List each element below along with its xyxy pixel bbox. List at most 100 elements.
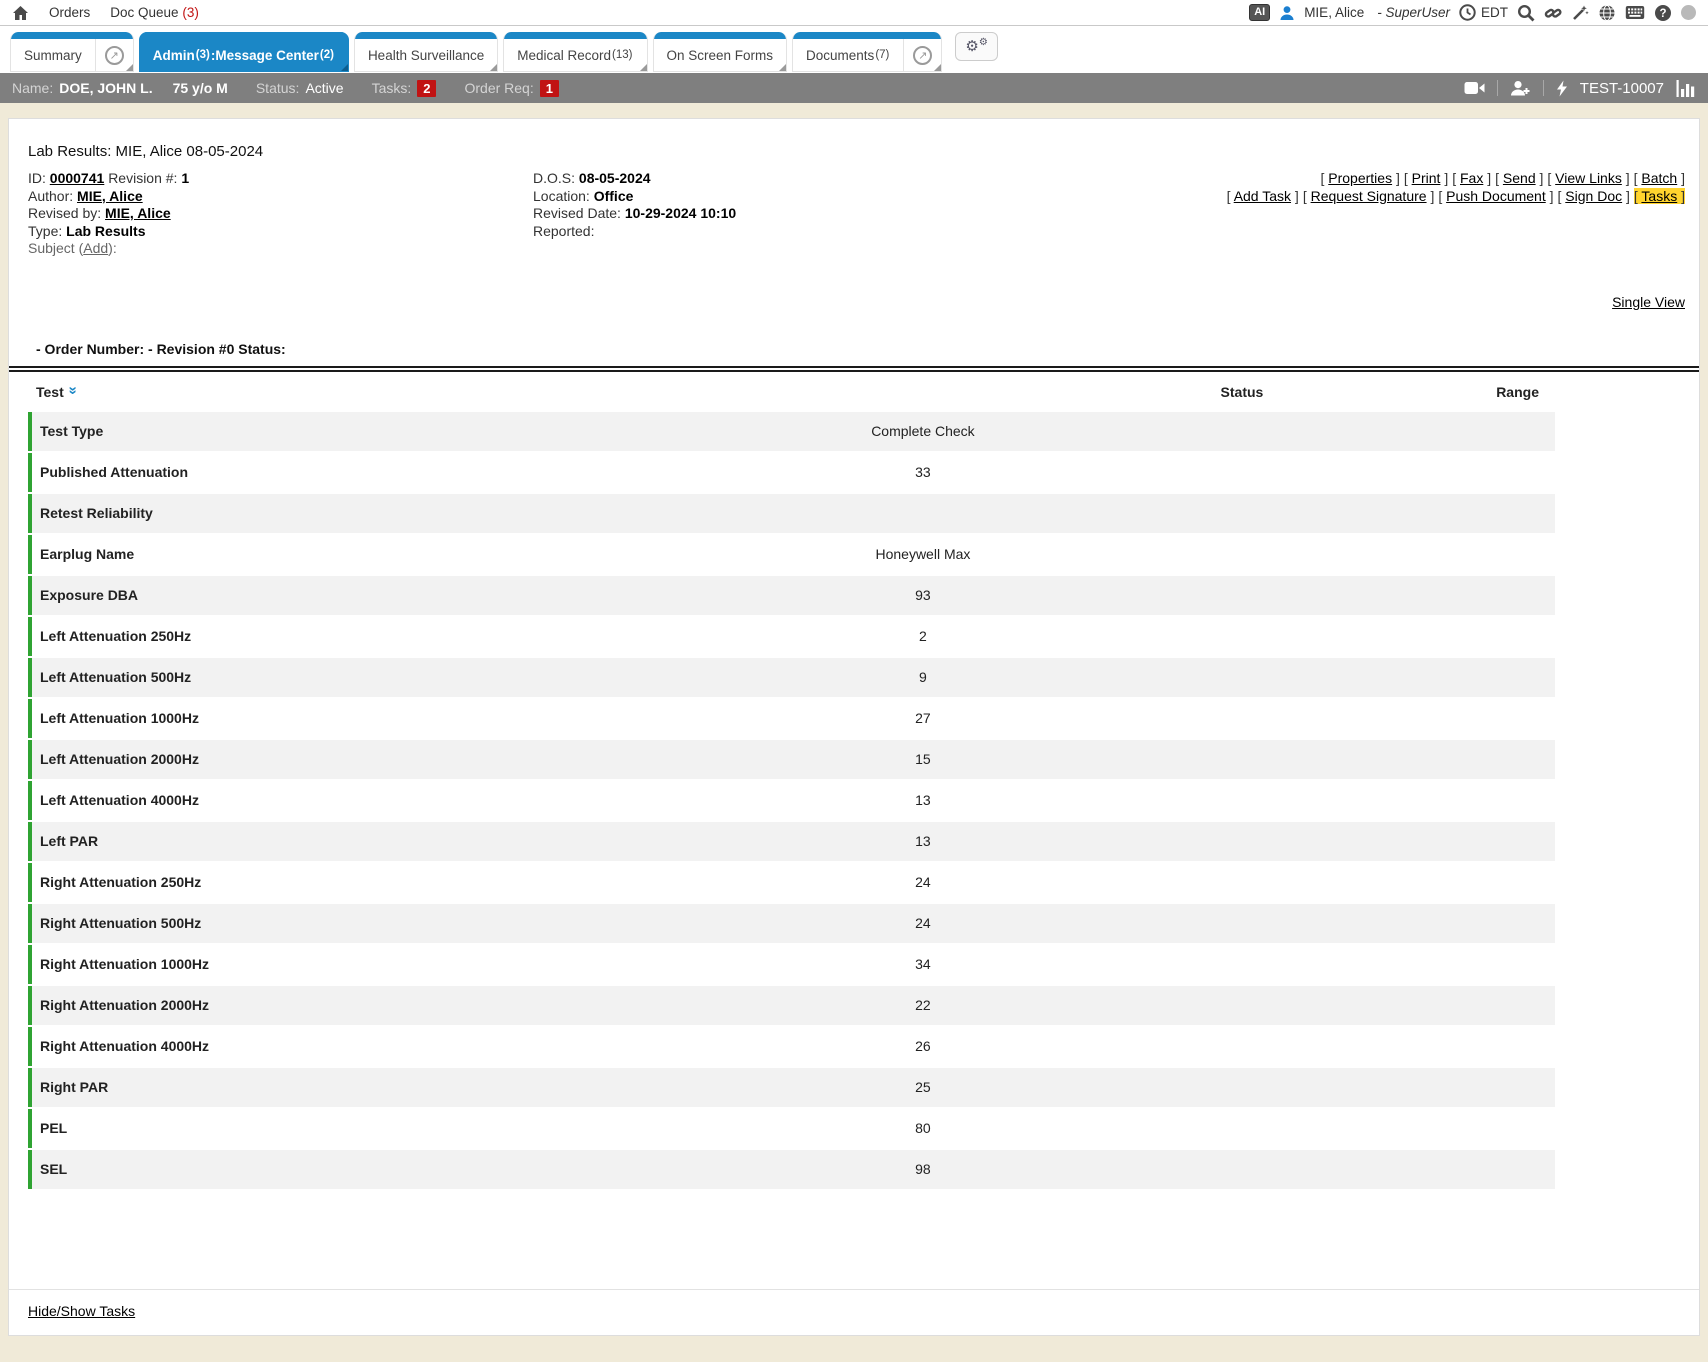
test-value: 93 — [664, 587, 1182, 603]
table-row: Left Attenuation 2000Hz 15 — [28, 740, 1555, 779]
test-value: 13 — [664, 833, 1182, 849]
send-link[interactable]: Send — [1503, 170, 1536, 186]
test-name: Right Attenuation 500Hz — [32, 915, 664, 931]
search-icon[interactable] — [1517, 4, 1535, 22]
sign-doc-link[interactable]: Sign Doc — [1565, 188, 1622, 204]
table-row: Right Attenuation 500Hz 24 — [28, 904, 1555, 943]
bar-chart-icon[interactable] — [1676, 80, 1696, 97]
patient-name: DOE, JOHN L. — [59, 80, 152, 96]
tab-summary[interactable]: Summary↗ — [10, 32, 134, 72]
view-links-link[interactable]: View Links — [1555, 170, 1622, 186]
wand-icon[interactable] — [1571, 4, 1589, 22]
document-actions-row2: [ Add Task ][ Request Signature ][ Push … — [1093, 188, 1685, 206]
ai-badge[interactable]: AI — [1249, 4, 1270, 21]
test-value: 13 — [664, 792, 1182, 808]
table-row: Earplug Name Honeywell Max — [28, 535, 1555, 574]
lightning-icon[interactable] — [1556, 80, 1568, 97]
request-signature-link[interactable]: Request Signature — [1311, 188, 1427, 204]
home-icon[interactable] — [12, 5, 29, 21]
add-person-icon[interactable] — [1510, 80, 1531, 96]
test-value: 25 — [664, 1079, 1182, 1095]
help-icon[interactable]: ? — [1654, 4, 1672, 22]
patient-info-bar: Name: DOE, JOHN L. 75 y/o M Status: Acti… — [0, 73, 1708, 103]
popout-arrow-icon[interactable]: ↗ — [95, 32, 133, 71]
subject-label: Subject ( — [28, 240, 83, 256]
reported-label: Reported: — [533, 223, 594, 239]
test-name: SEL — [32, 1161, 664, 1177]
table-row: Right PAR 25 — [28, 1068, 1555, 1107]
globe-icon[interactable] — [1598, 4, 1616, 22]
test-value: 2 — [664, 628, 1182, 644]
user-name: MIE, Alice — [1304, 5, 1364, 20]
link-icon[interactable] — [1544, 4, 1562, 22]
test-name: Earplug Name — [32, 546, 664, 562]
table-row: Right Attenuation 4000Hz 26 — [28, 1027, 1555, 1066]
test-value: 15 — [664, 751, 1182, 767]
properties-link[interactable]: Properties — [1328, 170, 1392, 186]
print-link[interactable]: Print — [1412, 170, 1441, 186]
document-title: Lab Results: MIE, Alice 08-05-2024 — [9, 119, 1699, 160]
video-camera-icon[interactable] — [1464, 81, 1485, 95]
order-summary-line: - Order Number: - Revision #0 Status: — [9, 341, 1699, 357]
test-value: 9 — [664, 669, 1182, 685]
tab-settings-gears-icon[interactable]: ⚙⚙ — [955, 32, 997, 61]
tab-medical-record-13[interactable]: Medical Record (13) — [503, 32, 647, 72]
push-document-link[interactable]: Push Document — [1446, 188, 1546, 204]
location-value: Office — [594, 188, 634, 204]
tab-health-surveillance[interactable]: Health Surveillance — [354, 32, 498, 72]
nav-doc-queue[interactable]: Doc Queue (3) — [110, 5, 199, 20]
divider — [1543, 80, 1544, 96]
svg-text:?: ? — [1659, 8, 1666, 20]
add-task-link[interactable]: Add Task — [1234, 188, 1291, 204]
doc-id-link[interactable]: 0000741 — [50, 170, 105, 186]
tasks-link[interactable]: Tasks — [1641, 188, 1677, 204]
table-row: Left PAR 13 — [28, 822, 1555, 861]
hide-show-tasks-link[interactable]: Hide/Show Tasks — [28, 1303, 135, 1319]
author-label: Author: — [28, 188, 73, 204]
clock-icon[interactable] — [1459, 4, 1476, 21]
dos-value: 08-05-2024 — [579, 170, 651, 186]
type-value: Lab Results — [66, 223, 145, 239]
tasks-count-badge[interactable]: 2 — [417, 80, 436, 97]
column-range: Range — [1303, 384, 1555, 400]
test-name: Left Attenuation 2000Hz — [32, 751, 664, 767]
order-req-count-badge[interactable]: 1 — [540, 80, 559, 97]
test-value: 24 — [664, 874, 1182, 890]
tab-on-screen-forms[interactable]: On Screen Forms — [653, 32, 788, 72]
revised-by-link[interactable]: MIE, Alice — [105, 205, 171, 221]
user-icon[interactable] — [1279, 5, 1295, 21]
sort-chevrons-icon[interactable]: « — [63, 388, 80, 394]
batch-link[interactable]: Batch — [1641, 170, 1677, 186]
timezone-label: EDT — [1481, 5, 1508, 20]
doc-queue-count: (3) — [182, 5, 199, 20]
test-name: Right Attenuation 2000Hz — [32, 997, 664, 1013]
document-card: Lab Results: MIE, Alice 08-05-2024 ID: 0… — [8, 118, 1700, 1336]
table-row: SEL 98 — [28, 1150, 1555, 1189]
tasks-label: Tasks: — [372, 80, 412, 96]
single-view-link[interactable]: Single View — [1612, 294, 1685, 310]
tab-admin-3-message-center-2[interactable]: Admin (3):Message Center (2) — [139, 32, 349, 72]
popout-arrow-icon[interactable]: ↗ — [903, 32, 941, 71]
test-name: Right Attenuation 1000Hz — [32, 956, 664, 972]
fax-link[interactable]: Fax — [1460, 170, 1483, 186]
keyboard-icon[interactable] — [1625, 5, 1645, 20]
table-row: Retest Reliability — [28, 494, 1555, 533]
nav-orders[interactable]: Orders — [49, 5, 90, 20]
table-row: Left Attenuation 1000Hz 27 — [28, 699, 1555, 738]
divider — [1497, 80, 1498, 96]
test-value: 98 — [664, 1161, 1182, 1177]
subject-add-link[interactable]: Add — [83, 240, 108, 256]
results-table-header: Test « Status Range — [28, 372, 1555, 412]
test-value: 26 — [664, 1038, 1182, 1054]
test-name: Left Attenuation 250Hz — [32, 628, 664, 644]
test-name: Right Attenuation 4000Hz — [32, 1038, 664, 1054]
column-status: Status — [1181, 384, 1303, 400]
doc-id-label: ID: — [28, 170, 46, 186]
column-test[interactable]: Test — [36, 384, 64, 400]
test-name: Left Attenuation 1000Hz — [32, 710, 664, 726]
author-link[interactable]: MIE, Alice — [77, 188, 143, 204]
table-row: Exposure DBA 93 — [28, 576, 1555, 615]
tab-documents-7[interactable]: Documents (7)↗ — [792, 32, 942, 72]
test-name: Left PAR — [32, 833, 664, 849]
test-value: Complete Check — [664, 423, 1182, 439]
